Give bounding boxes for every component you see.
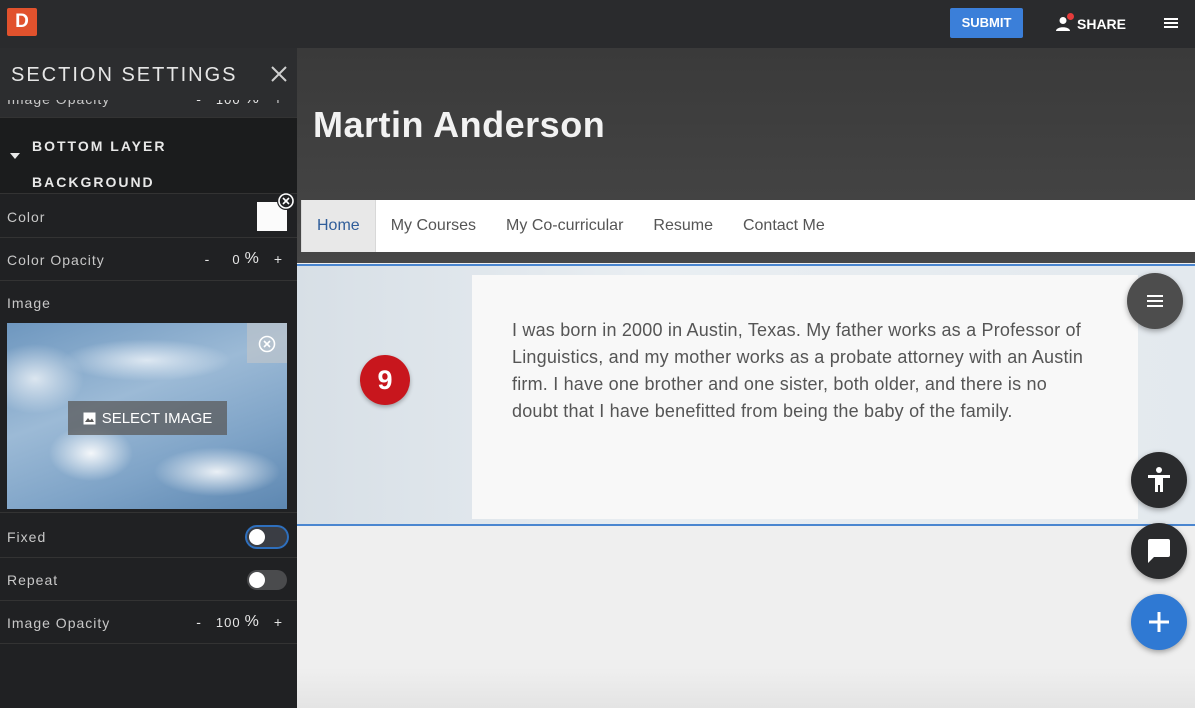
increase-button[interactable]: + [274,614,283,630]
image-icon [83,412,96,424]
color-opacity-label: Color Opacity [7,252,105,268]
color-opacity-control: - 0 % + [205,250,283,268]
step-badge: 9 [360,355,410,405]
share-label: SHARE [1077,16,1127,32]
add-button[interactable] [1131,594,1187,650]
header-section[interactable]: Martin Anderson Home My Courses My Co-cu… [297,48,1195,263]
decrease-button[interactable]: - [205,251,211,267]
selected-section[interactable]: 9 I was born in 2000 in Austin, Texas. M… [297,264,1195,526]
nav-item-my-co-curricular[interactable]: My Co-curricular [491,200,638,252]
repeat-label: Repeat [7,572,59,588]
fixed-label: Fixed [7,529,47,545]
color-label: Color [7,209,46,225]
person-icon [1055,13,1074,32]
chat-button[interactable] [1131,523,1187,579]
clear-color-icon[interactable] [277,192,295,210]
panel-header: SECTION SETTINGS [0,48,297,100]
caret-down-icon [10,153,20,159]
nav-item-my-courses[interactable]: My Courses [376,200,491,252]
notification-dot [1067,13,1074,20]
site-nav: Home My Courses My Co-curricular Resume … [301,200,1195,252]
app-logo[interactable]: D [7,8,37,36]
share-button[interactable]: SHARE [1055,12,1126,36]
remove-image-icon[interactable] [247,323,287,363]
repeat-toggle[interactable] [247,570,287,590]
text-card[interactable]: I was born in 2000 in Austin, Texas. My … [472,275,1138,519]
site-title[interactable]: Martin Anderson [313,104,605,146]
plus-icon [1149,612,1169,632]
select-image-button[interactable]: SELECT IMAGE [68,401,227,435]
opacity-value[interactable]: 0 [232,252,240,267]
section-menu-button[interactable] [1127,273,1183,329]
menu-lines-icon [1147,295,1163,307]
color-row: Color [0,194,297,238]
toggle-knob [249,529,265,545]
bio-text[interactable]: I was born in 2000 in Austin, Texas. My … [512,317,1092,425]
nav-item-contact-me[interactable]: Contact Me [728,200,840,252]
close-icon[interactable] [271,66,287,82]
increase-button[interactable]: + [274,251,283,267]
chat-bubble-icon [1148,539,1170,563]
fixed-toggle[interactable] [247,527,287,547]
image-opacity-row: Image Opacity - 100 % + [0,601,297,644]
top-bar: D SUBMIT SHARE [0,0,1195,48]
decrease-button[interactable]: - [196,614,202,630]
submit-button[interactable]: SUBMIT [950,8,1023,38]
panel-title: SECTION SETTINGS [11,64,238,86]
page-bottom [297,668,1195,708]
percent-sign: % [244,250,260,267]
select-image-label: SELECT IMAGE [101,409,213,427]
nav-item-home[interactable]: Home [301,200,376,252]
image-label: Image [7,295,51,311]
layer-title: BOTTOM LAYER BACKGROUND [32,128,212,200]
opacity-value[interactable]: 100 [216,615,241,630]
bottom-layer-background-header[interactable]: BOTTOM LAYER BACKGROUND [0,118,297,194]
hamburger-menu-icon[interactable] [1163,15,1179,31]
image-opacity-control: - 100 % + [196,613,283,631]
background-image-preview[interactable]: SELECT IMAGE [7,323,287,509]
section-settings-panel: SECTION SETTINGS Image Opacity - 100 % +… [0,48,297,708]
nav-item-resume[interactable]: Resume [638,200,728,252]
color-opacity-row: Color Opacity - 0 % + [0,238,297,281]
toggle-knob [249,572,265,588]
image-opacity-label: Image Opacity [7,615,111,631]
page-canvas: Martin Anderson Home My Courses My Co-cu… [297,48,1195,708]
accessibility-button[interactable] [1131,452,1187,508]
accessibility-icon [1148,467,1170,492]
layer-title-line1: BOTTOM LAYER [32,138,167,154]
percent-sign: % [244,613,260,630]
